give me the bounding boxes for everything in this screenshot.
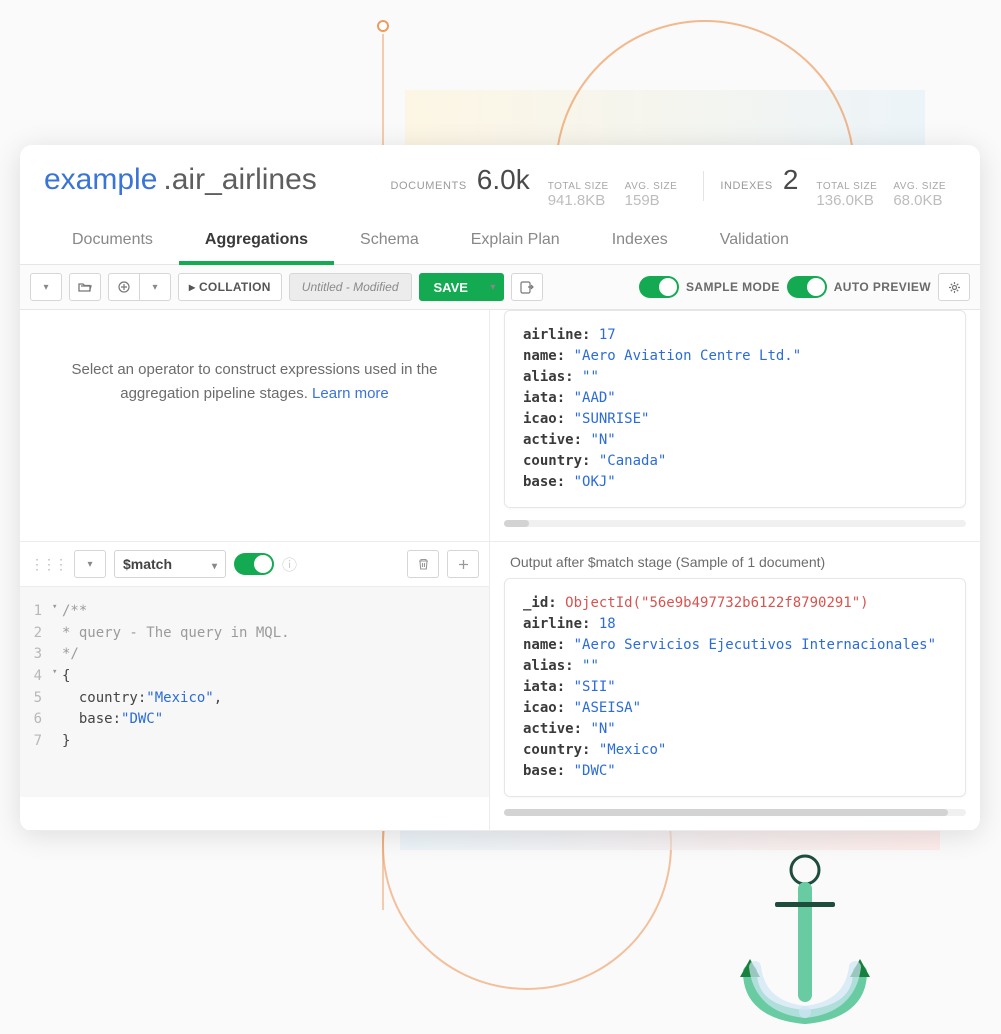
stage-output-document: _id: ObjectId("56e9b497732b6122f8790291"… [504, 578, 966, 797]
learn-more-link[interactable]: Learn more [312, 385, 389, 402]
plus-circle-icon [118, 281, 130, 293]
new-pipeline-group [108, 273, 171, 301]
toggle-pipeline-button[interactable] [30, 273, 62, 301]
tab-documents[interactable]: Documents [46, 219, 179, 264]
pipeline-name[interactable]: Untitled - Modified [289, 273, 412, 301]
indexes-count: 2 [783, 164, 799, 196]
plus-icon [458, 559, 469, 570]
stage-scrollbar[interactable] [504, 809, 966, 816]
source-scrollbar[interactable] [504, 520, 966, 527]
stage-editor[interactable]: 1▾/** 2 * query - The query in MQL. 3 */… [20, 587, 489, 797]
source-document-card: airline: 17 name: "Aero Aviation Centre … [504, 310, 966, 508]
folder-open-icon [78, 281, 92, 293]
idx-total-size: TOTAL SIZE 136.0KB [816, 181, 877, 209]
tab-indexes[interactable]: Indexes [586, 219, 694, 264]
export-button[interactable] [511, 273, 543, 301]
open-pipeline-button[interactable] [69, 273, 101, 301]
tab-explain[interactable]: Explain Plan [445, 219, 586, 264]
settings-button[interactable] [938, 273, 970, 301]
add-stage-button[interactable] [447, 550, 479, 578]
save-menu[interactable] [482, 273, 504, 301]
compass-window: example.air_airlines DOCUMENTS 6.0k TOTA… [20, 145, 980, 831]
auto-preview-toggle[interactable] [787, 276, 827, 298]
documents-count: 6.0k [477, 164, 530, 196]
collection-header: example.air_airlines DOCUMENTS 6.0k TOTA… [20, 145, 980, 219]
tab-validation[interactable]: Validation [694, 219, 815, 264]
indexes-label: INDEXES [720, 180, 773, 192]
sample-mode-toggle[interactable] [639, 276, 679, 298]
idx-avg-size: AVG. SIZE 68.0KB [893, 181, 946, 209]
drag-handle-icon[interactable]: ⋮⋮⋮ [30, 556, 66, 573]
documents-label: DOCUMENTS [390, 180, 466, 192]
stage-row-match: ⋮⋮⋮ $match ⓘ 1▾/** 2 * query - The query… [20, 542, 980, 831]
stage-source-row: Select an operator to construct expressi… [20, 310, 980, 542]
tab-aggregations[interactable]: Aggregations [179, 219, 334, 265]
new-pipeline-menu[interactable] [139, 273, 171, 301]
new-pipeline-button[interactable] [108, 273, 140, 301]
export-icon [520, 281, 534, 294]
collation-button[interactable]: ▸ COLLATION [178, 273, 282, 301]
collapse-stage-button[interactable] [74, 550, 106, 578]
info-icon: ⓘ [282, 554, 297, 575]
namespace-collection: .air_airlines [163, 163, 316, 197]
docs-total-size: TOTAL SIZE 941.8KB [548, 181, 609, 209]
tab-schema[interactable]: Schema [334, 219, 445, 264]
stage-toolbar: ⋮⋮⋮ $match ⓘ [20, 542, 489, 587]
aggregation-toolbar: ▸ COLLATION Untitled - Modified SAVE SAM… [20, 265, 980, 310]
anchor-illustration [720, 852, 890, 1032]
delete-stage-button[interactable] [407, 550, 439, 578]
docs-avg-size: AVG. SIZE 159B [625, 181, 678, 209]
gear-icon [948, 281, 961, 294]
stage-output-header: Output after $match stage (Sample of 1 d… [490, 542, 980, 578]
save-button[interactable]: SAVE [419, 273, 483, 301]
sample-mode-label: SAMPLE MODE [686, 280, 780, 294]
auto-preview-label: AUTO PREVIEW [834, 280, 931, 294]
stage-enabled-toggle[interactable] [234, 553, 274, 575]
trash-icon [418, 558, 429, 570]
stage-operator-select[interactable]: $match [114, 550, 226, 578]
save-group: SAVE [419, 273, 504, 301]
operator-prompt: Select an operator to construct expressi… [20, 310, 489, 486]
tabs-bar: Documents Aggregations Schema Explain Pl… [20, 219, 980, 265]
namespace-db: example [44, 163, 157, 197]
